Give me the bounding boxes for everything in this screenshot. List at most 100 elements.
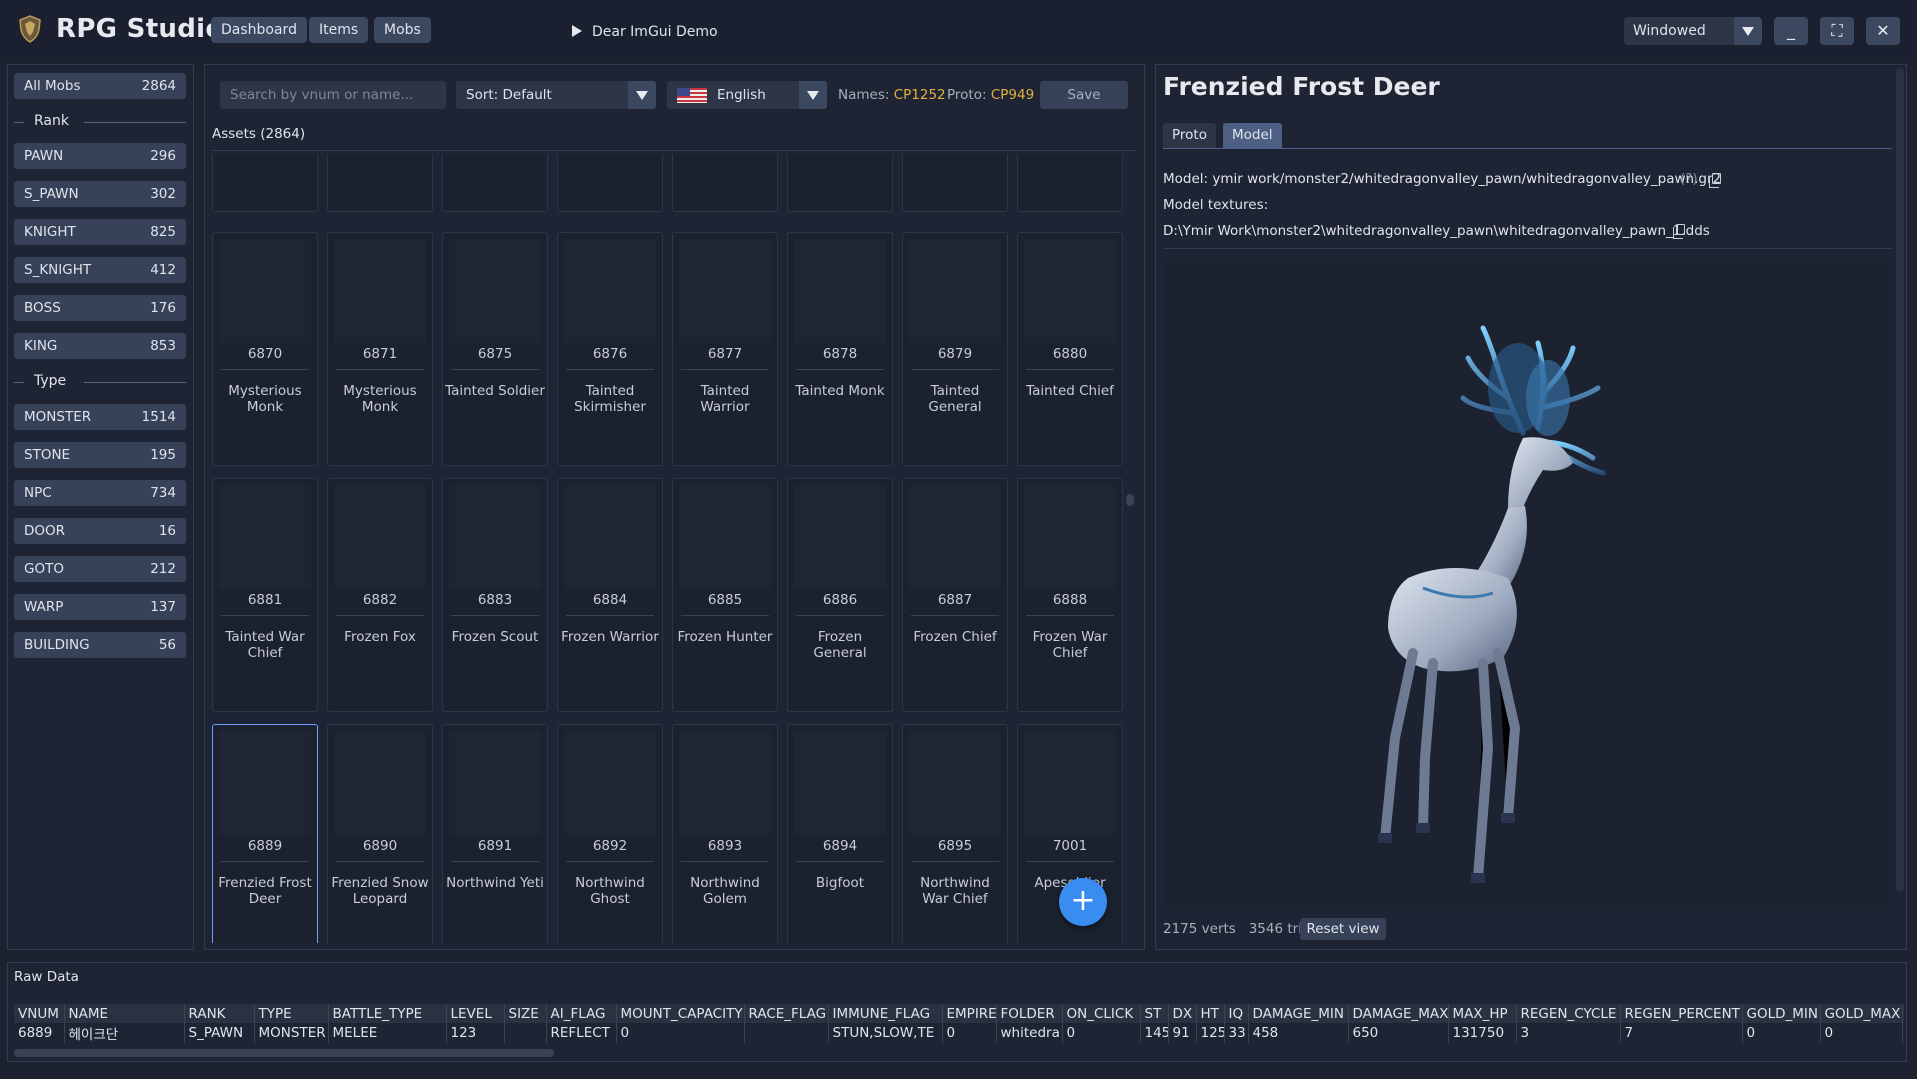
save-button[interactable]: Save	[1040, 81, 1128, 109]
imgui-demo-button[interactable]: Dear ImGui Demo	[572, 24, 718, 40]
filter-rank-king[interactable]: KING 853	[14, 333, 186, 359]
asset-card[interactable]: Mo	[212, 154, 318, 212]
column-header[interactable]: RACE_FLAG	[744, 1004, 829, 1023]
search-input[interactable]: Search by vnum or name...	[220, 81, 446, 109]
filter-all-mobs[interactable]: All Mobs 2864	[14, 73, 186, 99]
filter-type-stone[interactable]: STONE 195	[14, 442, 186, 468]
asset-card[interactable]: 6884 Frozen Warrior	[557, 478, 663, 712]
column-header[interactable]: DAMAGE_MIN	[1248, 1004, 1349, 1023]
filter-rank-knight[interactable]: KNIGHT 825	[14, 219, 186, 245]
asset-card[interactable]: 6880 Tainted Chief	[1017, 232, 1123, 466]
column-header[interactable]: EXP	[1902, 1004, 1904, 1023]
asset-card[interactable]: Mo	[787, 154, 893, 212]
filter-rank-s-knight[interactable]: S_KNIGHT 412	[14, 257, 186, 283]
column-header[interactable]: BATTLE_TYPE	[328, 1004, 447, 1023]
column-header[interactable]: ST	[1140, 1004, 1169, 1023]
nav-mobs-button[interactable]: Mobs	[374, 17, 431, 43]
asset-card[interactable]: 6885 Frozen Hunter	[672, 478, 778, 712]
filter-type-npc[interactable]: NPC 734	[14, 480, 186, 506]
asset-card[interactable]: 6890 Frenzied Snow Leopard	[327, 724, 433, 943]
asset-card[interactable]: 6888 Frozen War Chief	[1017, 478, 1123, 712]
table-row[interactable]: 6889 헤이크단 S_PAWN MONSTER MELEE 123 REFLECT 0 STU…	[14, 1023, 1904, 1043]
help-marker[interactable]: (?)	[1680, 171, 1698, 187]
asset-name: Northwind War Chief	[920, 875, 990, 907]
filter-type-door[interactable]: DOOR 16	[14, 518, 186, 544]
asset-card[interactable]: 6877 Tainted Warrior	[672, 232, 778, 466]
asset-card[interactable]: 6891 Northwind Yeti	[442, 724, 548, 943]
copy-icon[interactable]	[1673, 224, 1685, 239]
model-viewport[interactable]	[1163, 258, 1890, 910]
grid-scrollbar[interactable]	[1126, 494, 1134, 506]
asset-card[interactable]: 6881 Tainted War Chief	[212, 478, 318, 712]
asset-card[interactable]: 6883 Frozen Scout	[442, 478, 548, 712]
column-header[interactable]: MOUNT_CAPACITY	[616, 1004, 745, 1023]
column-header[interactable]: TYPE	[254, 1004, 329, 1023]
column-header[interactable]: HT	[1196, 1004, 1225, 1023]
asset-card[interactable]: 6887 Frozen Chief	[902, 478, 1008, 712]
asset-card[interactable]: 6886 Frozen General	[787, 478, 893, 712]
asset-card[interactable]: 6893 Northwind Golem	[672, 724, 778, 943]
filter-type-goto[interactable]: GOTO 212	[14, 556, 186, 582]
column-header[interactable]: DAMAGE_MAX	[1348, 1004, 1449, 1023]
asset-card[interactable]: Sh	[557, 154, 663, 212]
asset-name: Northwind Golem	[690, 875, 760, 907]
sort-select[interactable]: Sort: Default	[456, 81, 656, 109]
asset-card[interactable]: 6892 Northwind Ghost	[557, 724, 663, 943]
column-header[interactable]: GOLD_MIN	[1742, 1004, 1821, 1023]
asset-card[interactable]	[902, 154, 1008, 212]
minimize-button[interactable]: _	[1774, 17, 1808, 45]
column-header[interactable]: REGEN_CYCLE	[1516, 1004, 1621, 1023]
filter-rank-pawn[interactable]: PAWN 296	[14, 143, 186, 169]
nav-dashboard-button[interactable]: Dashboard	[211, 17, 307, 43]
filter-rank-boss[interactable]: BOSS 176	[14, 295, 186, 321]
column-header[interactable]: DX	[1168, 1004, 1197, 1023]
tab-model[interactable]: Model	[1223, 123, 1282, 148]
column-header[interactable]: VNUM	[14, 1004, 65, 1023]
card-separator	[911, 369, 999, 370]
tab-proto[interactable]: Proto	[1163, 123, 1216, 148]
add-mob-button[interactable]: +	[1059, 878, 1107, 926]
close-button[interactable]: ✕	[1866, 17, 1900, 45]
reset-view-button[interactable]: Reset view	[1300, 918, 1386, 940]
column-header[interactable]: MAX_HP	[1448, 1004, 1517, 1023]
column-header[interactable]: FOLDER	[996, 1004, 1063, 1023]
asset-card[interactable]: 6879 Tainted General	[902, 232, 1008, 466]
column-header[interactable]: SIZE	[504, 1004, 547, 1023]
column-header[interactable]: EMPIRE	[942, 1004, 997, 1023]
maximize-button[interactable]: ⛶	[1820, 17, 1854, 45]
asset-card[interactable]	[327, 154, 433, 212]
type-section-header[interactable]: Type	[14, 372, 186, 392]
asset-card[interactable]: Ra	[442, 154, 548, 212]
copy-icon[interactable]	[1709, 173, 1721, 188]
column-header[interactable]: NAME	[64, 1004, 185, 1023]
nav-items-button[interactable]: Items	[309, 17, 369, 43]
column-header[interactable]: IMMUNE_FLAG	[828, 1004, 943, 1023]
asset-card[interactable]: 6889 Frenzied Frost Deer	[212, 724, 318, 943]
raw-data-scrollbar[interactable]	[14, 1049, 554, 1057]
asset-card[interactable]: 6882 Frozen Fox	[327, 478, 433, 712]
column-header[interactable]: AI_FLAG	[546, 1004, 617, 1023]
column-header[interactable]: RANK	[184, 1004, 255, 1023]
asset-card[interactable]: 6870 Mysterious Monk	[212, 232, 318, 466]
column-header[interactable]: REGEN_PERCENT	[1620, 1004, 1743, 1023]
asset-card[interactable]: 6895 Northwind War Chief	[902, 724, 1008, 943]
filter-type-warp[interactable]: WARP 137	[14, 594, 186, 620]
language-select[interactable]: English	[667, 81, 827, 109]
column-header[interactable]: LEVEL	[446, 1004, 505, 1023]
column-header[interactable]: GOLD_MAX	[1820, 1004, 1903, 1023]
asset-card[interactable]: 6875 Tainted Soldier	[442, 232, 548, 466]
filter-type-monster[interactable]: MONSTER 1514	[14, 404, 186, 430]
rank-section-header[interactable]: Rank	[14, 112, 186, 132]
column-header[interactable]: IQ	[1224, 1004, 1249, 1023]
detail-scrollbar[interactable]	[1896, 68, 1904, 892]
filter-type-building[interactable]: BUILDING 56	[14, 632, 186, 658]
window-mode-select[interactable]: Windowed	[1624, 17, 1762, 45]
asset-card[interactable]: 6871 Mysterious Monk	[327, 232, 433, 466]
asset-card[interactable]: 6894 Bigfoot	[787, 724, 893, 943]
asset-card[interactable]: Ra	[1017, 154, 1123, 212]
asset-card[interactable]: Kr	[672, 154, 778, 212]
asset-card[interactable]: 6876 Tainted Skirmisher	[557, 232, 663, 466]
asset-card[interactable]: 6878 Tainted Monk	[787, 232, 893, 466]
filter-rank-s-pawn[interactable]: S_PAWN 302	[14, 181, 186, 207]
column-header[interactable]: ON_CLICK	[1062, 1004, 1141, 1023]
